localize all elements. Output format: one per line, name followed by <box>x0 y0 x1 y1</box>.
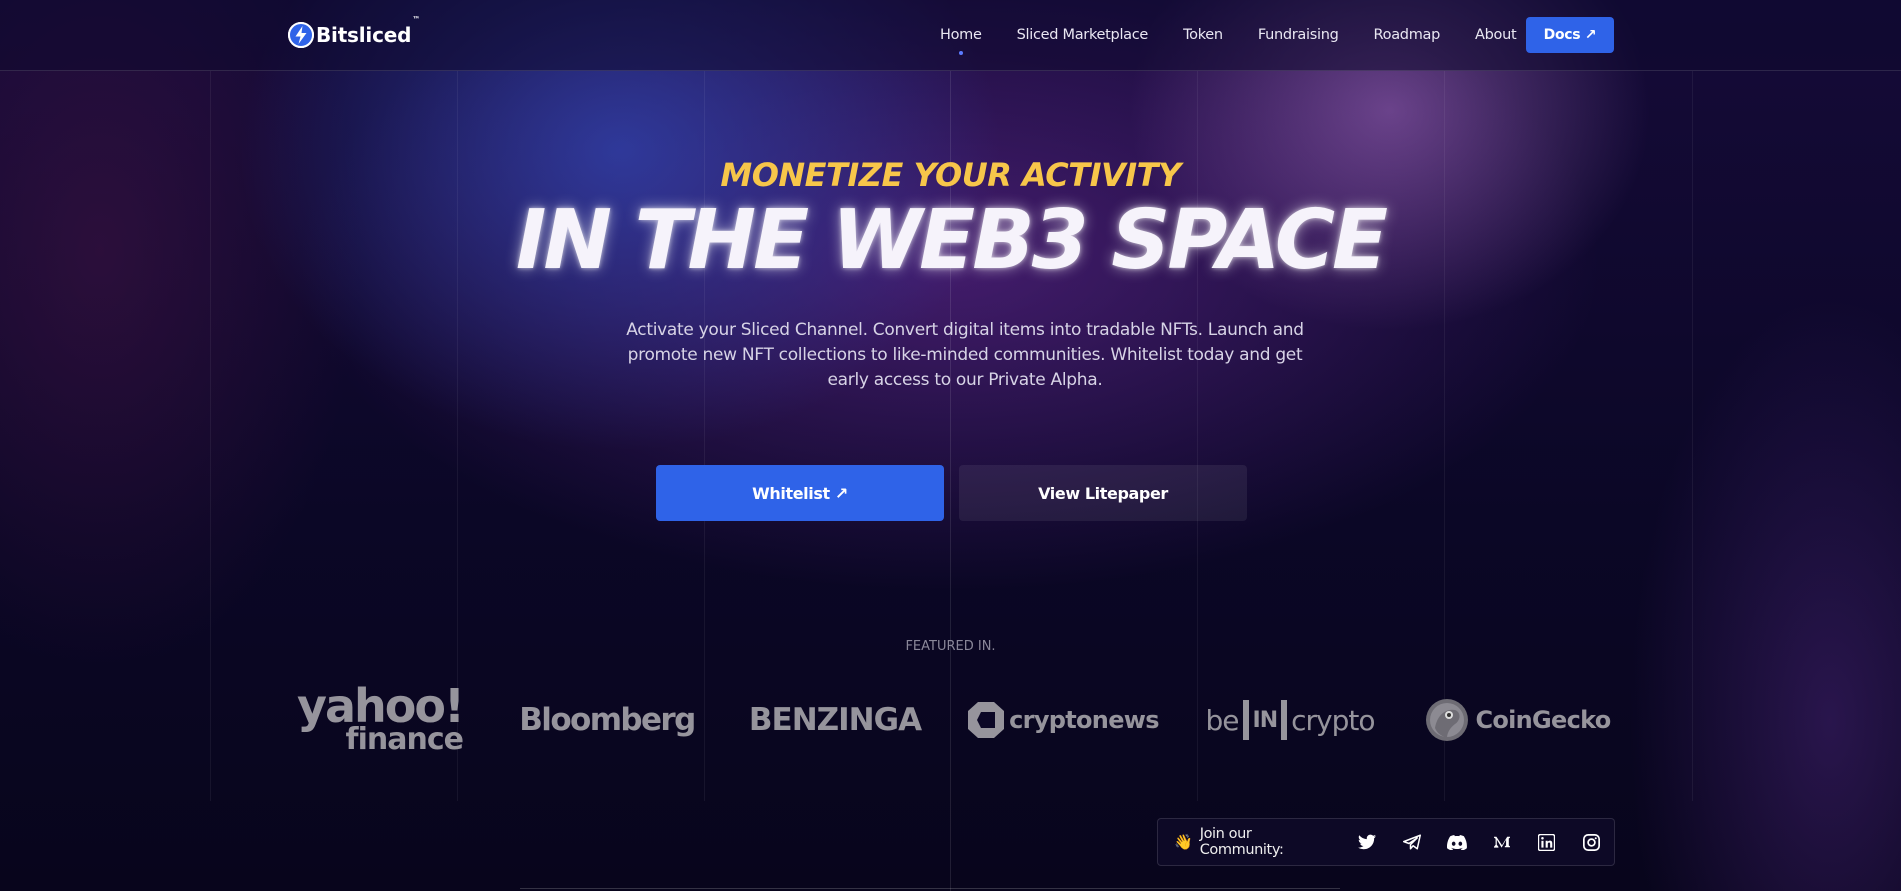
nav-token[interactable]: Token <box>1183 27 1223 43</box>
benzinga-logo[interactable]: BENZINGA <box>725 680 945 760</box>
gecko-icon <box>1426 699 1469 741</box>
linkedin-icon[interactable] <box>1524 833 1569 851</box>
brand-name: Bitsliced™ <box>316 15 421 47</box>
brand-logo[interactable]: Bitsliced™ <box>288 15 421 49</box>
beincrypto-logo[interactable]: be IN crypto <box>1180 680 1400 760</box>
waving-hand-icon: 👋 <box>1174 834 1193 851</box>
main-nav: Home Sliced Marketplace Token Fundraisin… <box>940 0 1551 70</box>
nav-fundraising[interactable]: Fundraising <box>1258 27 1339 43</box>
site-header: Bitsliced™ Home Sliced Marketplace Token… <box>0 0 1901 71</box>
community-label: Join our Community: <box>1199 826 1284 858</box>
nav-home[interactable]: Home <box>940 27 982 55</box>
nav-sliced-marketplace[interactable]: Sliced Marketplace <box>1017 27 1149 43</box>
nav-roadmap[interactable]: Roadmap <box>1374 27 1441 43</box>
cryptonews-logo[interactable]: cryptonews <box>953 680 1173 760</box>
bottom-divider <box>520 888 1340 889</box>
yahoo-finance-logo[interactable]: yahoo! finance <box>270 680 490 760</box>
telegram-icon[interactable] <box>1389 834 1434 850</box>
instagram-icon[interactable] <box>1569 833 1614 851</box>
hero-subtitle: MONETIZE YOUR ACTIVITY <box>720 156 1181 194</box>
bloomberg-logo[interactable]: Bloomberg <box>497 680 717 760</box>
press-logos: yahoo! finance Bloomberg BENZINGA crypto… <box>270 680 1630 760</box>
docs-button[interactable]: Docs ↗ <box>1526 17 1614 53</box>
hero-title: IN THE WEB3 SPACE <box>515 193 1388 288</box>
discord-icon[interactable] <box>1434 834 1479 850</box>
medium-icon[interactable] <box>1479 835 1524 849</box>
bolt-icon <box>288 22 314 48</box>
featured-in-label: FEATURED IN. <box>905 639 996 654</box>
social-links <box>1344 833 1614 851</box>
coingecko-logo[interactable]: CoinGecko <box>1408 680 1628 760</box>
twitter-icon[interactable] <box>1344 834 1389 850</box>
hero-description: Activate your Sliced Channel. Convert di… <box>626 320 1304 390</box>
community-bar: 👋 Join our Community: <box>1157 818 1615 866</box>
whitelist-button[interactable]: Whitelist ↗ <box>656 465 944 521</box>
nav-about[interactable]: About <box>1475 27 1517 43</box>
view-litepaper-button[interactable]: View Litepaper <box>959 465 1247 521</box>
cryptonews-mark-icon <box>968 702 1005 738</box>
